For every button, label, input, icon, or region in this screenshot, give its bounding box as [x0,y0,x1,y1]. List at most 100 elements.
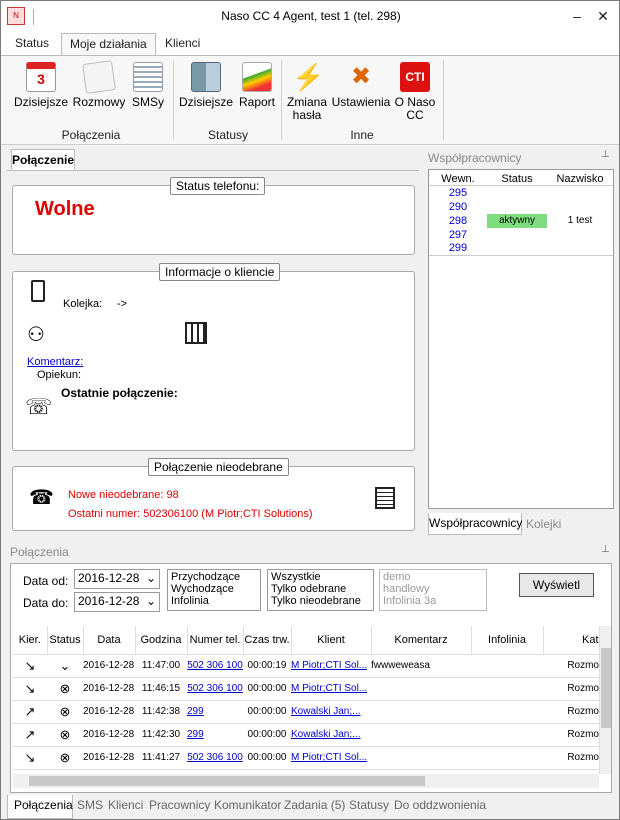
coworker-ext: 290 [448,200,468,213]
cell-client[interactable]: Kowalski Jan;... [291,700,371,724]
bottom-tab-tasks[interactable]: Zadania (5) [284,798,345,812]
mobile-phone-icon [31,280,45,302]
app-window: N Naso CC 4 Agent, test 1 (tel. 298) – ✕… [0,0,620,820]
line-option[interactable]: handlowy [383,583,483,595]
person-icon: ⚇ [27,324,45,346]
bottom-tab-sms[interactable]: SMS [77,798,103,812]
col-header-status[interactable]: Status [47,626,84,655]
show-button[interactable]: Wyświetl [519,573,594,597]
report-button[interactable]: Raport [237,62,277,109]
col-header-date[interactable]: Data [83,626,136,655]
coworker-row[interactable]: 297 [429,228,613,242]
date-from-value: 2016-12-28 [78,571,140,585]
calls-panel: Data od: 2016-12-28 ⌄ Data do: 2016-12-28… [10,563,612,793]
group-separator [173,60,174,140]
sms-label: SMSy [131,95,164,109]
cell-number[interactable]: 502 306 100 [187,677,243,701]
pin-icon[interactable]: ⊥ [601,149,610,160]
direction-list[interactable]: Przychodzące Wychodzące Infolinia [167,569,261,611]
missed-icon: ⊗ [47,700,83,724]
direction-option[interactable]: Przychodzące [171,571,257,583]
table-row[interactable]: ↘ ⊗ 2016-12-28 11:41:27 502 306 100 00:00:00 M… [13,746,599,770]
list-icon[interactable] [375,487,395,509]
col-header-comment[interactable]: Komentarz [371,626,472,655]
window-title: Naso CC 4 Agent, test 1 (tel. 298) [221,9,401,23]
scrollbar-thumb[interactable] [29,776,425,786]
date-to-picker[interactable]: 2016-12-28 ⌄ [74,592,160,612]
direction-option[interactable]: Infolinia [171,595,257,607]
cell-category: Rozmo [543,654,599,678]
cell-number[interactable]: 502 306 100 [187,746,243,770]
conversations-button[interactable]: Rozmowy [71,60,127,109]
scope-option[interactable]: Wszystkie [271,571,370,583]
col-header-time[interactable]: Godzina [135,626,188,655]
minimize-button[interactable]: – [567,7,587,25]
coworker-status [487,228,547,242]
scope-list[interactable]: Wszystkie Tylko odebrane Tylko nieodebra… [267,569,374,611]
coworker-name [547,200,613,214]
coworker-ext: 299 [448,242,468,255]
horizontal-scrollbar[interactable] [13,774,599,788]
coworker-row[interactable]: 295 [429,185,613,200]
pin-icon[interactable]: ⊥ [601,544,610,555]
line-option[interactable]: demo [383,571,483,583]
bottom-tab-calls[interactable]: Połączenia [14,798,73,812]
vertical-scrollbar[interactable] [599,626,611,774]
cell-number[interactable]: 502 306 100 [187,654,243,678]
cell-client[interactable]: M Piotr;CTI Sol... [291,654,371,678]
table-row[interactable]: ↗ ⊗ 2016-12-28 11:42:30 299 00:00:00 Kowalski … [13,723,599,747]
change-password-button[interactable]: ⚡ Zmiana hasła [285,62,329,122]
bottom-tab-messenger[interactable]: Komunikator [214,798,281,812]
tab-my-actions[interactable]: Moje działania [61,33,156,55]
cell-number[interactable]: 299 [187,700,243,724]
cell-client[interactable]: Kowalski Jan;... [291,723,371,747]
scope-option[interactable]: Tylko nieodebrane [271,595,370,607]
coworker-row[interactable]: 298 aktywny 1 test [429,213,613,228]
tab-status[interactable]: Status [7,33,57,55]
close-button[interactable]: ✕ [593,7,613,25]
cell-date: 2016-12-28 [83,654,135,678]
tab-queues[interactable]: Kolejki [526,517,561,531]
about-button[interactable]: CTI O Naso CC [391,62,439,122]
col-header-client[interactable]: Klient [291,626,372,655]
coworker-ext: 297 [448,228,468,241]
today-statuses-button[interactable]: Dzisiejsze [177,62,235,109]
col-header-duration[interactable]: Czas trw. [243,626,292,655]
missed-call-icon: ☎ [29,487,54,509]
cell-client[interactable]: M Piotr;CTI Sol... [291,677,371,701]
today-calls-label: Dzisiejsze [13,95,68,109]
table-row[interactable]: ↘ ⌄ 2016-12-28 11:47:00 502 306 100 00:00:19 M… [13,654,599,678]
scrollbar-thumb[interactable] [601,648,611,728]
col-header-category[interactable]: Kat [543,626,600,655]
cell-client[interactable]: M Piotr;CTI Sol... [291,746,371,770]
cti-logo-icon: CTI [400,62,430,92]
table-row[interactable]: ↘ ⊗ 2016-12-28 11:46:15 502 306 100 00:00:00 M… [13,677,599,701]
comment-link[interactable]: Komentarz: [27,356,83,368]
settings-button[interactable]: ✖ Ustawienia [331,62,391,109]
bottom-tab-employees[interactable]: Pracownicy [149,798,210,812]
date-from-picker[interactable]: 2016-12-28 ⌄ [74,569,160,589]
cell-category: Rozmo [543,746,599,770]
col-header-number[interactable]: Numer tel. [187,626,244,655]
phone-status-legend: Status telefonu: [170,177,266,195]
coworker-row[interactable]: 290 [429,200,613,214]
bottom-tab-callbacks[interactable]: Do oddzwonienia [394,798,486,812]
tab-connection[interactable]: Połączenie [11,149,75,171]
direction-option[interactable]: Wychodzące [171,583,257,595]
scope-option[interactable]: Tylko odebrane [271,583,370,595]
col-header-hotline[interactable]: Infolinia [471,626,544,655]
table-row[interactable]: ↗ ⊗ 2016-12-28 11:42:38 299 00:00:00 Kowalski … [13,700,599,724]
today-calls-button[interactable]: 3 Dzisiejsze [13,62,69,109]
bottom-tab-statuses[interactable]: Statusy [349,798,389,812]
tab-clients[interactable]: Klienci [157,33,208,55]
chevron-down-icon: ⌄ [145,594,156,608]
line-option[interactable]: Infolinia 3a [383,595,483,607]
cell-number[interactable]: 299 [187,723,243,747]
sms-button[interactable]: SMSy [127,62,169,109]
lines-list[interactable]: demo handlowy Infolinia 3a [379,569,487,611]
col-header-direction[interactable]: Kier. [13,626,48,655]
coworker-row[interactable]: 299 [429,242,613,256]
cell-category: Rozmo [543,700,599,724]
bottom-tab-clients[interactable]: Klienci [108,798,143,812]
tab-coworkers[interactable]: Współpracownicy [428,513,522,535]
